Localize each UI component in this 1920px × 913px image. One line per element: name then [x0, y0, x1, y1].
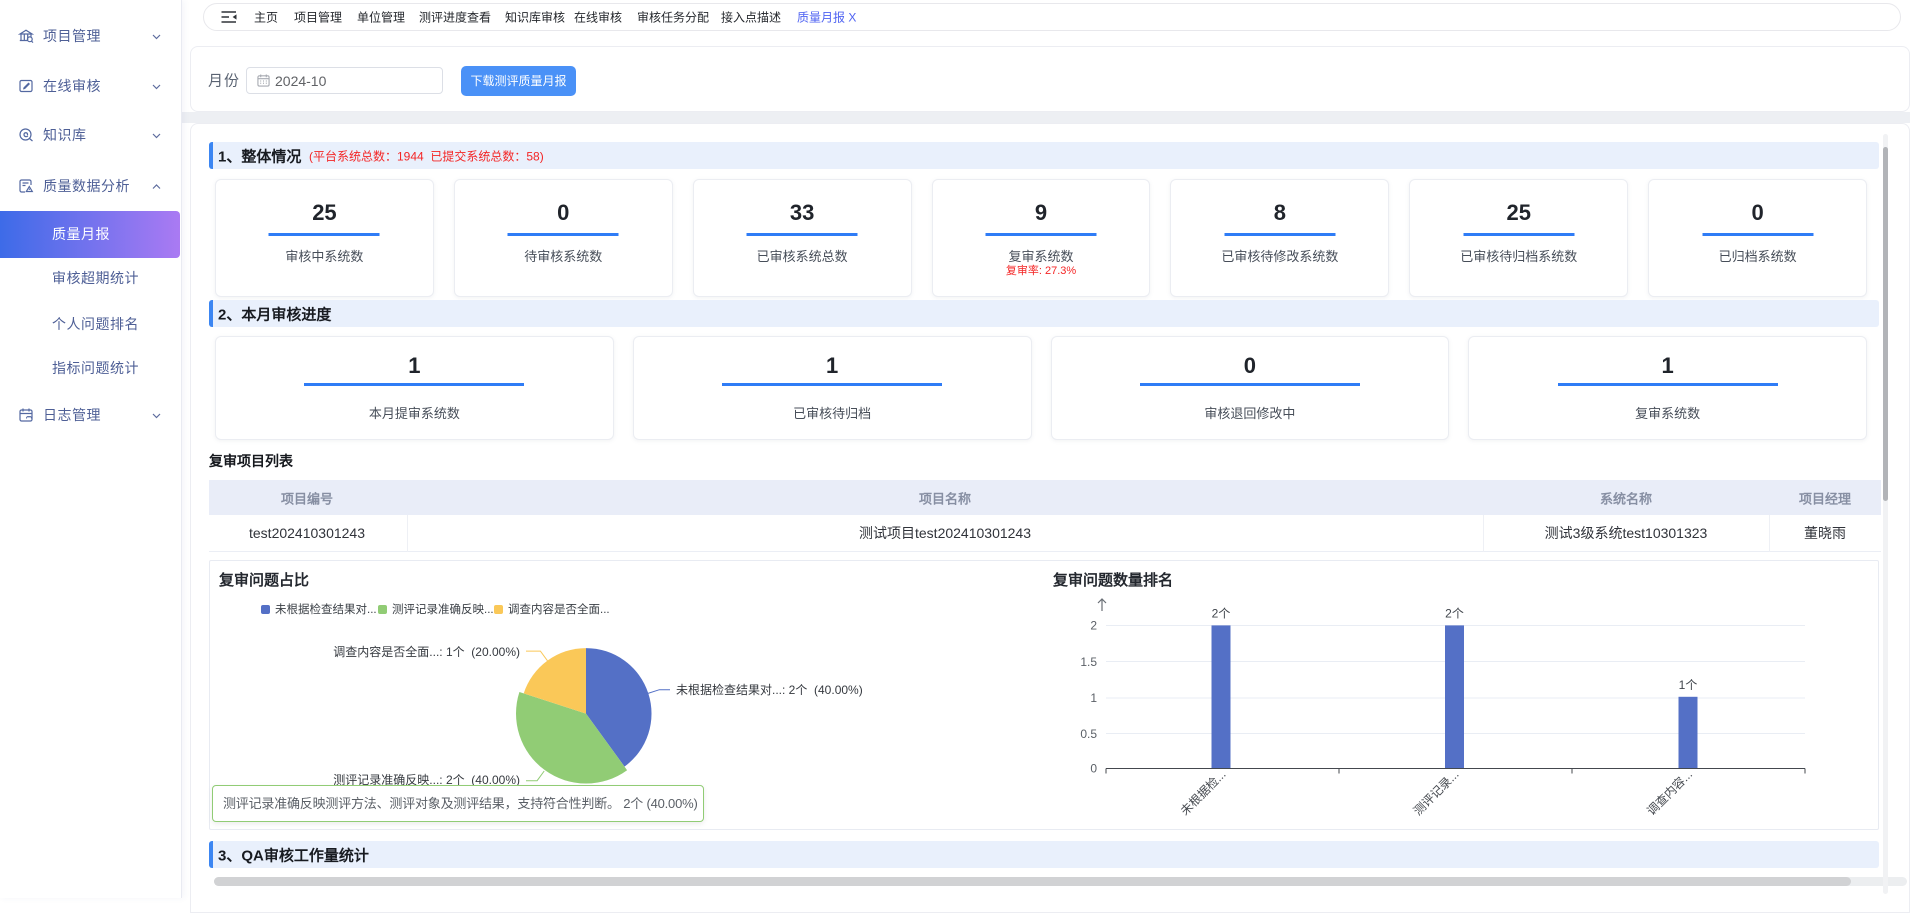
svg-text:0: 0: [1090, 762, 1097, 776]
svg-text:未根据检...: 未根据检...: [1177, 767, 1229, 819]
svg-text:2个: 2个: [1212, 607, 1231, 621]
svg-text:调查内容...: 调查内容...: [1643, 767, 1695, 819]
svg-text:测评记录...: 测评记录...: [1411, 767, 1462, 818]
svg-text:1: 1: [1090, 691, 1097, 705]
svg-text:0.5: 0.5: [1080, 727, 1097, 741]
svg-text:1.5: 1.5: [1080, 655, 1097, 669]
svg-text:1个: 1个: [1679, 678, 1698, 692]
svg-text:2个: 2个: [1445, 607, 1464, 621]
svg-text:2: 2: [1090, 619, 1097, 633]
